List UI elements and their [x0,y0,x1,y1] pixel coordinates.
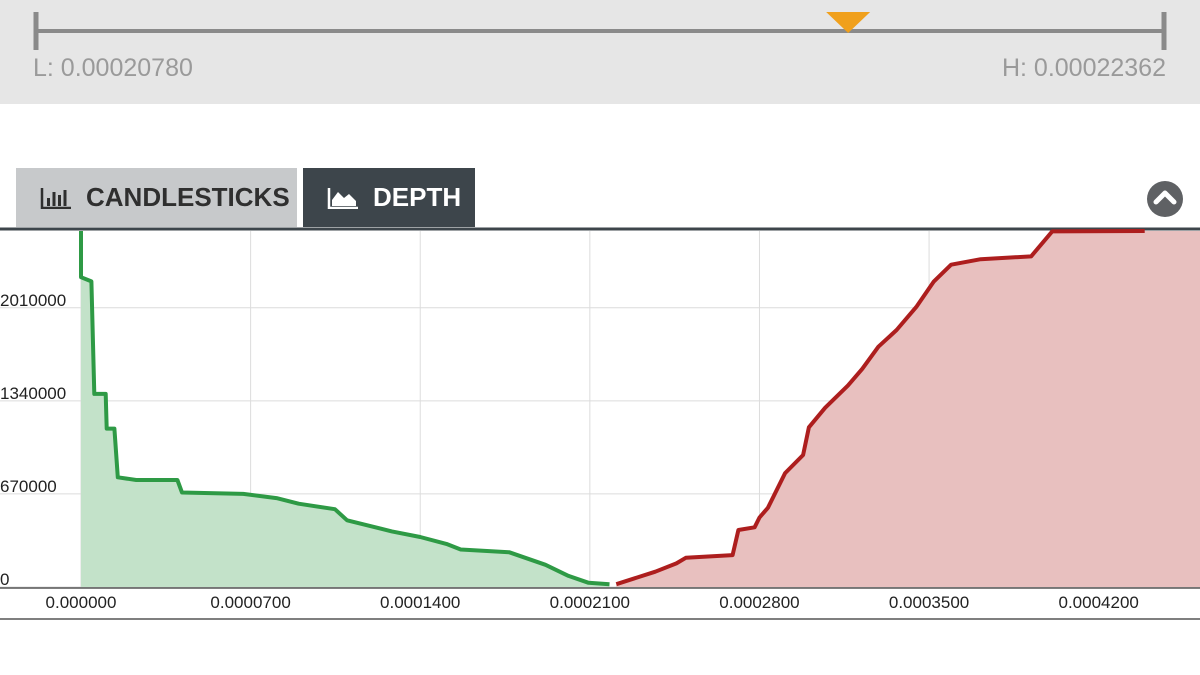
y-tick-label: 1340000 [0,384,66,403]
x-tick-label: 0.000000 [46,593,117,612]
x-tick-label: 0.0001400 [380,593,460,612]
x-tick-label: 0.0002800 [719,593,799,612]
x-tick-label: 0.0000700 [210,593,290,612]
y-tick-label: 0 [0,570,9,589]
x-tick-label: 0.0004200 [1059,593,1139,612]
x-tick-label: 0.0003500 [889,593,969,612]
depth-chart: 0.000000 0.0000700 0.0001400 0.0002100 0.000… [0,227,1200,620]
x-tick-label: 0.0002100 [550,593,630,612]
bids-area [81,231,610,587]
asks-area [616,231,1200,587]
y-tick-label: 2010000 [0,291,66,310]
y-tick-label: 670000 [0,477,57,496]
